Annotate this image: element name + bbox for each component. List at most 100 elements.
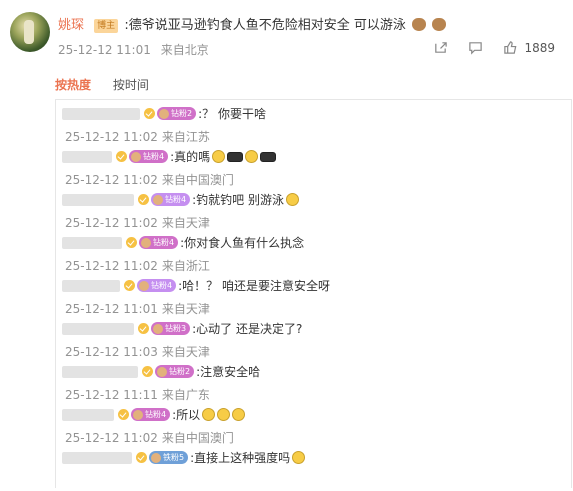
avatar[interactable] <box>10 12 50 52</box>
fan-badge: 钻粉2 <box>155 365 195 378</box>
reply-text: :心动了 还是决定了? <box>192 322 303 336</box>
reply-item: 钻粉4 :真的嗎 25-12-12 11:02 来自中国澳门 <box>56 145 571 190</box>
tab-hot[interactable]: 按热度 <box>55 76 91 93</box>
share-button[interactable] <box>433 40 448 55</box>
fan-badge-label: 钻粉3 <box>165 324 187 333</box>
fan-badge: 钻粉4 <box>139 236 179 249</box>
fan-badge-icon <box>139 280 149 291</box>
reply-meta: 25-12-12 11:02 来自中国澳门 <box>65 429 234 446</box>
reply-content: 钻粉4 :钓就钓吧 别游泳 <box>62 191 299 208</box>
reply-content: 钻粉4 :所以 <box>62 406 246 423</box>
reply-meta: 25-12-12 11:02 来自中国澳门 <box>65 171 234 188</box>
comment-icon <box>469 42 483 55</box>
role-badge: 博主 <box>94 19 119 33</box>
reply-meta: 25-12-12 11:02 来自江苏 <box>65 128 210 145</box>
fan-badge-icon <box>159 108 169 119</box>
reply-content: 钻粉4 :真的嗎 <box>62 148 277 165</box>
reply-text: :所以 <box>172 408 201 422</box>
reply-content: 钻粉4 :哈！？ 咱还是要注意安全呀 <box>62 277 330 294</box>
fan-badge-icon <box>157 366 167 377</box>
verified-icon <box>136 452 147 463</box>
redacted-username[interactable] <box>62 365 138 378</box>
post-location: 来自北京 <box>160 43 209 57</box>
redacted-username[interactable] <box>62 193 134 206</box>
reply-location: 来自中国澳门 <box>161 173 234 187</box>
reply-content: 铁粉5:直接上这种强度吗 <box>62 449 306 466</box>
redacted-username[interactable] <box>62 279 120 292</box>
post-header: 姚琛 博主 :德爷说亚马逊钓食人鱼不危险相对安全 可以游泳 25-12-12 1… <box>10 8 565 68</box>
fan-badge-icon <box>131 151 141 162</box>
reply-location: 来自天津 <box>161 216 210 230</box>
fan-badge-label: 钻粉4 <box>165 195 187 204</box>
comment-button[interactable] <box>468 40 483 55</box>
post-actions: 1889 <box>413 40 555 55</box>
redacted-username[interactable] <box>62 322 134 335</box>
redacted-username[interactable] <box>62 408 114 421</box>
fan-badge-label: 钻粉2 <box>169 367 191 376</box>
verified-icon <box>126 237 137 248</box>
sunglasses-emoji <box>227 151 244 162</box>
fan-badge-icon <box>141 237 151 248</box>
face-emoji <box>292 451 306 464</box>
redacted-username[interactable] <box>62 107 140 120</box>
post-author-line: 姚琛 博主 :德爷说亚马逊钓食人鱼不危险相对安全 可以游泳 <box>58 14 447 33</box>
reply-item: 钻粉4 :哈！？ 咱还是要注意安全呀 25-12-12 11:01 来自天津 <box>56 274 571 319</box>
fan-badge: 铁粉5 <box>149 451 189 464</box>
fan-badge-label: 钻粉2 <box>171 109 193 118</box>
share-icon <box>435 42 448 53</box>
fan-badge: 钻粉4 <box>137 279 177 292</box>
reply-location: 来自天津 <box>161 302 210 316</box>
fan-badge: 钻粉2 <box>157 107 197 120</box>
fan-badge: 钻粉4 <box>129 150 169 163</box>
redacted-username[interactable] <box>62 236 122 249</box>
reply-time: 25-12-12 11:02 <box>65 259 158 273</box>
reply-time: 25-12-12 11:02 <box>65 130 158 144</box>
reply-time: 25-12-12 11:02 <box>65 173 158 187</box>
reply-text: :钓就钓吧 别游泳 <box>192 193 284 207</box>
fan-badge: 钻粉4 <box>131 408 171 421</box>
reply-item: 钻粉4 :所以 25-12-12 11:02 来自中国澳门 <box>56 403 571 448</box>
verified-icon <box>116 151 127 162</box>
reply-meta: 25-12-12 11:01 来自天津 <box>65 300 210 317</box>
redacted-username[interactable] <box>62 451 132 464</box>
reply-item: 钻粉2 :注意安全哈 25-12-12 11:11 来自广东 <box>56 360 571 405</box>
like-count: 1889 <box>524 40 555 55</box>
face-emoji <box>217 408 231 421</box>
fan-badge-icon <box>133 409 143 420</box>
reply-text: :你对食人鱼有什么执念 <box>180 236 305 250</box>
reply-text: :注意安全哈 <box>196 365 261 379</box>
author-name[interactable]: 姚琛 <box>58 18 84 33</box>
reply-content: 钻粉4:你对食人鱼有什么执念 <box>62 234 304 251</box>
sort-tabs: 按热度 按时间 <box>55 76 167 93</box>
fan-badge-label: 钻粉4 <box>145 410 167 419</box>
post-text: :德爷说亚马逊钓食人鱼不危险相对安全 可以游泳 <box>124 18 406 33</box>
fan-badge-label: 钻粉4 <box>143 152 165 161</box>
verified-icon <box>144 108 155 119</box>
like-button[interactable]: 1889 <box>503 40 555 55</box>
reply-location: 来自浙江 <box>161 259 210 273</box>
like-icon <box>504 41 517 54</box>
reply-location: 来自江苏 <box>161 130 210 144</box>
verified-icon <box>118 409 129 420</box>
verified-icon <box>142 366 153 377</box>
reply-meta: 25-12-12 11:02 来自浙江 <box>65 257 210 274</box>
redacted-username[interactable] <box>62 150 112 163</box>
face-emoji <box>202 408 216 421</box>
reply-content: 钻粉3 :心动了 还是决定了? <box>62 320 302 337</box>
verified-icon <box>138 323 149 334</box>
reply-text: :哈！？ 咱还是要注意安全呀 <box>178 279 330 293</box>
reply-item: 钻粉4:钓就钓吧 别游泳 25-12-12 11:02 来自天津 <box>56 188 571 233</box>
reply-item: 钻粉2:？ 你要干啥 25-12-12 11:02 来自江苏 <box>56 102 571 147</box>
fan-badge-icon <box>153 194 163 205</box>
fan-badge-label: 钻粉4 <box>151 281 173 290</box>
reply-meta: 25-12-12 11:11 来自广东 <box>65 386 210 403</box>
reply-time: 25-12-12 11:03 <box>65 345 158 359</box>
reply-item: 铁粉5:直接上这种强度吗 <box>56 446 571 491</box>
tab-time[interactable]: 按时间 <box>113 76 149 93</box>
reply-item: 钻粉4:你对食人鱼有什么执念 25-12-12 11:02 来自浙江 <box>56 231 571 276</box>
reply-time: 25-12-12 11:11 <box>65 388 158 402</box>
reply-content: 钻粉2:？ 你要干啥 <box>62 105 266 122</box>
verified-icon <box>124 280 135 291</box>
fan-badge-label: 铁粉5 <box>163 453 185 462</box>
reply-text: :真的嗎 <box>170 150 211 164</box>
